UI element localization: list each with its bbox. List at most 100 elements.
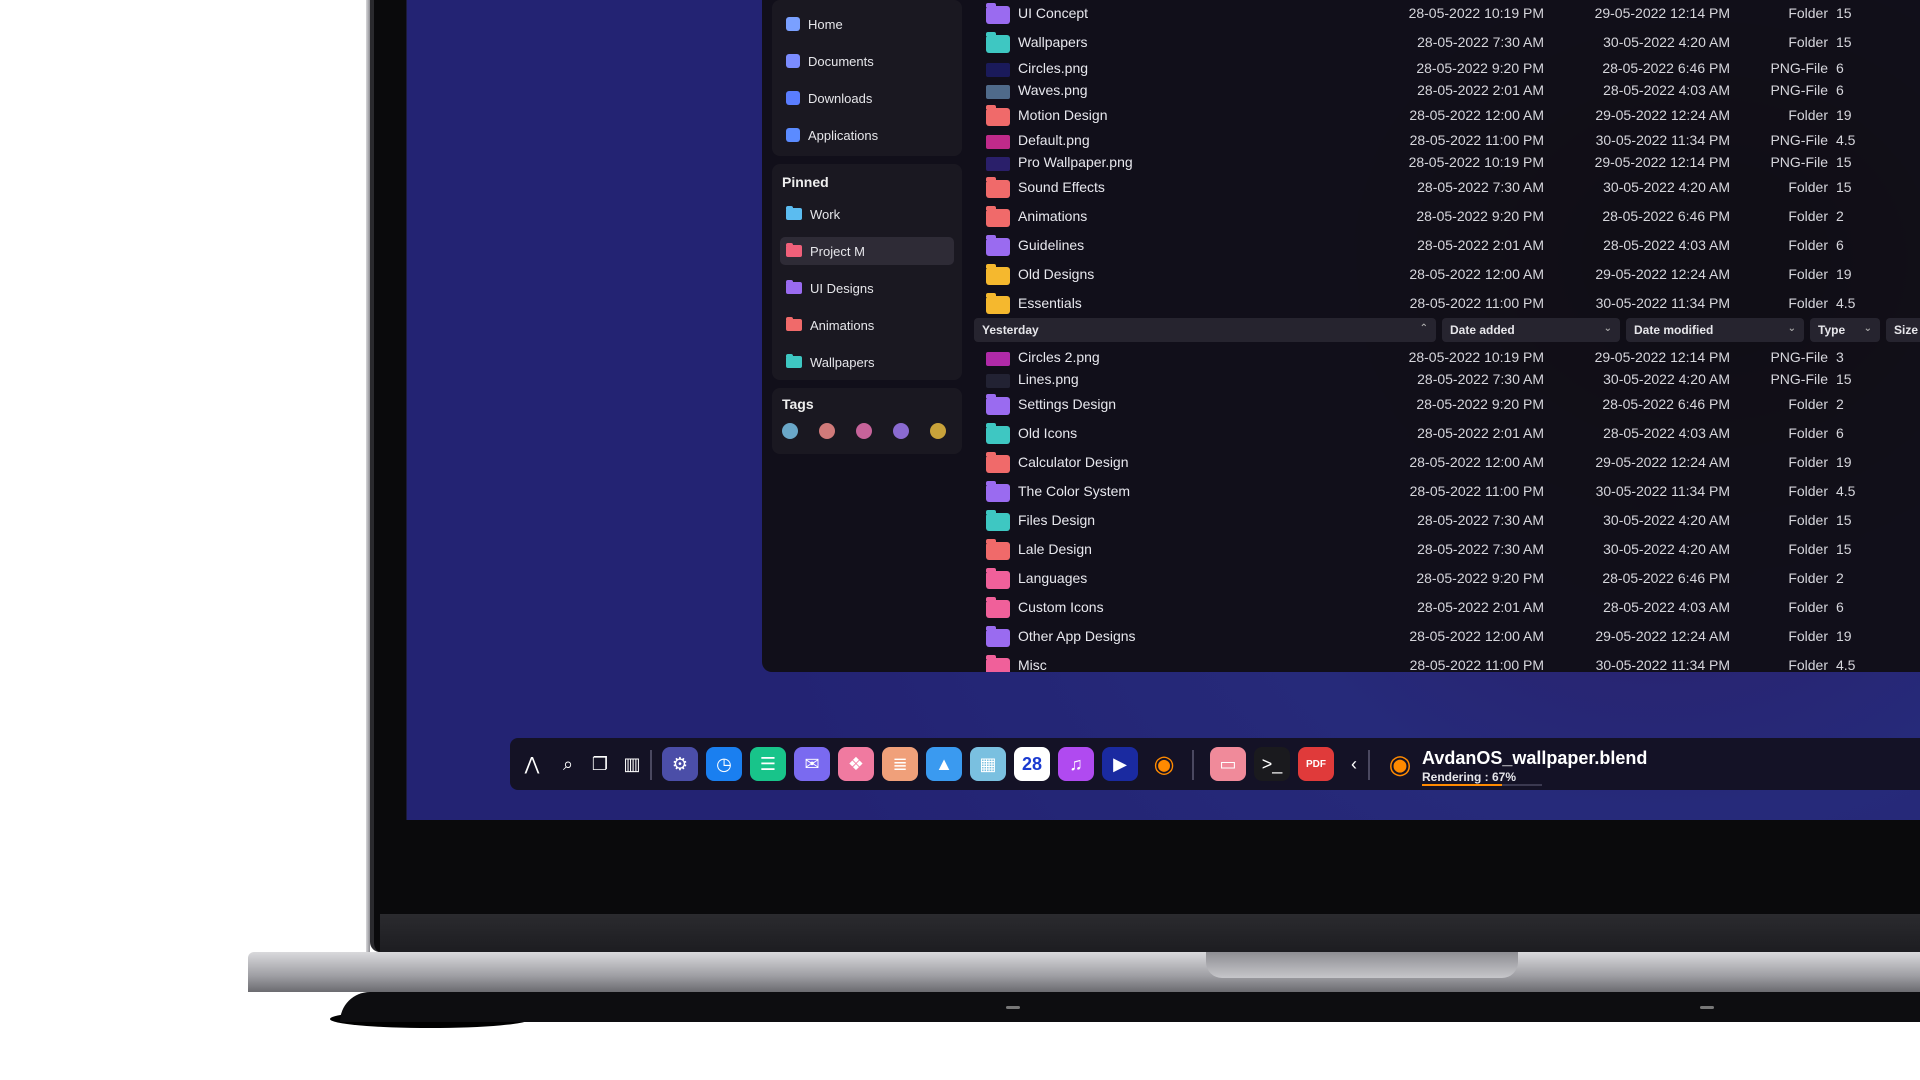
file-row[interactable]: Lines.png 28-05-2022 7:30 AM 30-05-2022 4:…	[974, 368, 1920, 392]
file-name: The Color System	[1018, 483, 1131, 499]
file-row[interactable]: Misc 28-05-2022 11:00 PM 30-05-2022 11:34 …	[974, 654, 1920, 672]
sidebar-item-documents[interactable]: Documents	[780, 47, 954, 75]
file-row[interactable]: Default.png 28-05-2022 11:00 PM 30-05-2022…	[974, 129, 1920, 153]
file-row[interactable]: Essentials 28-05-2022 11:00 PM 30-05-2022 …	[974, 292, 1920, 316]
size-column-header[interactable]: Size	[1886, 318, 1920, 342]
file-name: Waves.png	[1018, 82, 1088, 98]
collapse-chevron-icon[interactable]: ‹	[1336, 747, 1372, 781]
folder-icon	[786, 354, 802, 368]
file-row[interactable]: Other App Designs 28-05-2022 12:00 AM 29-0…	[974, 625, 1920, 649]
laptop-foot	[1700, 1006, 1714, 1009]
date-added: 28-05-2022 7:30 AM	[1417, 371, 1544, 387]
pinned-item-animations[interactable]: Animations	[780, 311, 954, 339]
file-type: Folder	[1788, 107, 1828, 123]
date-modified: 30-05-2022 4:20 AM	[1603, 179, 1730, 195]
notes-app-icon[interactable]: ≣	[882, 747, 918, 781]
pinned-item-work[interactable]: Work	[780, 200, 954, 228]
sidebar-item-label: Downloads	[808, 90, 873, 106]
terminal-app-icon[interactable]: >_	[1254, 747, 1290, 781]
file-name: Default.png	[1018, 132, 1090, 148]
music-app-icon[interactable]: ♫	[1058, 747, 1094, 781]
pinned-item-wallpapers[interactable]: Wallpapers	[780, 348, 954, 376]
type-header-label: Type	[1818, 323, 1846, 337]
windows-icon[interactable]: ❐	[582, 747, 618, 781]
sidebar-item-label: Applications	[808, 127, 879, 143]
file-name: Settings Design	[1018, 396, 1117, 412]
file-name: Circles 2.png	[1018, 349, 1100, 365]
file-type: PNG-File	[1770, 82, 1828, 98]
launcher-icon[interactable]: ⋀	[514, 747, 550, 781]
date-added-column-header[interactable]: Date added ⌄	[1442, 318, 1620, 342]
gallery-app-icon[interactable]: ▲	[926, 747, 962, 781]
file-row[interactable]: Waves.png 28-05-2022 2:01 AM 28-05-2022 4:…	[974, 79, 1920, 103]
search-icon[interactable]: ⌕	[550, 747, 586, 781]
date-added: 28-05-2022 9:20 PM	[1416, 570, 1544, 586]
type-column-header[interactable]: Type ⌄	[1810, 318, 1880, 342]
folder-icon	[986, 105, 1010, 126]
image-thumbnail-icon	[986, 374, 1010, 388]
folder-icon	[786, 280, 802, 294]
sidebar-item-applications[interactable]: Applications	[780, 121, 954, 149]
file-row[interactable]: Motion Design 28-05-2022 12:00 AM 29-05-20…	[974, 104, 1920, 128]
laptop-opening-notch	[1206, 952, 1518, 978]
file-row[interactable]: Pro Wallpaper.png 28-05-2022 10:19 PM 29-0…	[974, 151, 1920, 175]
mail-app-icon[interactable]: ✉	[794, 747, 830, 781]
date-modified-column-header[interactable]: Date modified ⌄	[1626, 318, 1804, 342]
date-added: 28-05-2022 11:00 PM	[1409, 295, 1544, 311]
calendar-app-icon[interactable]: 28	[1014, 747, 1050, 781]
tag-dot[interactable]	[819, 423, 835, 439]
settings-app-icon[interactable]: ⚙	[662, 747, 698, 781]
blender-app-icon[interactable]: ◉	[1146, 747, 1182, 781]
file-size: 15	[1836, 179, 1852, 195]
file-row[interactable]: Lale Design 28-05-2022 7:30 AM 30-05-2022 …	[974, 538, 1920, 562]
file-row[interactable]: Circles.png 28-05-2022 9:20 PM 28-05-2022 …	[974, 57, 1920, 81]
file-name: Circles.png	[1018, 60, 1089, 76]
pinned-item-ui-designs[interactable]: UI Designs	[780, 274, 954, 302]
file-row[interactable]: Custom Icons 28-05-2022 2:01 AM 28-05-2022…	[974, 596, 1920, 620]
file-manager-window: Home Documents Downloads Applications Pinne…	[762, 0, 1920, 672]
group-name-header[interactable]: Yesterday ⌃	[974, 318, 1436, 342]
render-job-title[interactable]: AvdanOS_wallpaper.blend	[1422, 748, 1647, 769]
file-row[interactable]: Wallpapers 28-05-2022 7:30 AM 30-05-2022 4…	[974, 31, 1920, 55]
tag-dot[interactable]	[893, 423, 909, 439]
date-modified: 29-05-2022 12:24 AM	[1595, 628, 1730, 644]
file-name: Lines.png	[1018, 371, 1079, 387]
layout-icon[interactable]: ▥	[614, 747, 650, 781]
file-size: 15	[1836, 541, 1852, 557]
file-row[interactable]: The Color System 28-05-2022 11:00 PM 30-05…	[974, 480, 1920, 504]
pinned-item-project-m[interactable]: Project M	[780, 237, 954, 265]
file-type: Folder	[1788, 483, 1828, 499]
file-type: Folder	[1788, 454, 1828, 470]
messages-app-icon[interactable]: ☰	[750, 747, 786, 781]
file-size: 19	[1836, 266, 1852, 282]
file-row[interactable]: Sound Effects 28-05-2022 7:30 AM 30-05-202…	[974, 176, 1920, 200]
tag-dot[interactable]	[782, 423, 798, 439]
file-row[interactable]: Languages 28-05-2022 9:20 PM 28-05-2022 6:…	[974, 567, 1920, 591]
file-type: Folder	[1788, 512, 1828, 528]
file-row[interactable]: Old Icons 28-05-2022 2:01 AM 28-05-2022 4:…	[974, 422, 1920, 446]
file-row[interactable]: Calculator Design 28-05-2022 12:00 AM 29-0…	[974, 451, 1920, 475]
tag-dot[interactable]	[930, 423, 946, 439]
blender-render-icon[interactable]: ◉	[1382, 747, 1418, 781]
sidebar-item-downloads[interactable]: Downloads	[780, 84, 954, 112]
tags-title: Tags	[782, 396, 814, 412]
clock-app-icon[interactable]: ◷	[706, 747, 742, 781]
file-row[interactable]: Settings Design 28-05-2022 9:20 PM 28-05-2…	[974, 393, 1920, 417]
sidebar-item-home[interactable]: Home	[780, 10, 954, 38]
file-row[interactable]: Circles 2.png 28-05-2022 10:19 PM 29-05-20…	[974, 346, 1920, 370]
pdf-app-icon[interactable]: PDF	[1298, 747, 1334, 781]
calculator-app-icon[interactable]: ▦	[970, 747, 1006, 781]
file-row[interactable]: Animations 28-05-2022 9:20 PM 28-05-2022 6…	[974, 205, 1920, 229]
file-name: Essentials	[1018, 295, 1082, 311]
file-row[interactable]: Files Design 28-05-2022 7:30 AM 30-05-2022…	[974, 509, 1920, 533]
video-player-app-icon[interactable]: ▶	[1102, 747, 1138, 781]
file-name: Old Designs	[1018, 266, 1095, 282]
file-row[interactable]: Old Designs 28-05-2022 12:00 AM 29-05-2022…	[974, 263, 1920, 287]
file-row[interactable]: UI Concept 28-05-2022 10:19 PM 29-05-2022 …	[974, 2, 1920, 26]
date-modified: 28-05-2022 4:03 AM	[1603, 237, 1730, 253]
tag-dot[interactable]	[856, 423, 872, 439]
photos-app-icon[interactable]: ❖	[838, 747, 874, 781]
files-app-icon[interactable]: ▭	[1210, 747, 1246, 781]
date-modified: 29-05-2022 12:24 AM	[1595, 107, 1730, 123]
file-row[interactable]: Guidelines 28-05-2022 2:01 AM 28-05-2022 4…	[974, 234, 1920, 258]
